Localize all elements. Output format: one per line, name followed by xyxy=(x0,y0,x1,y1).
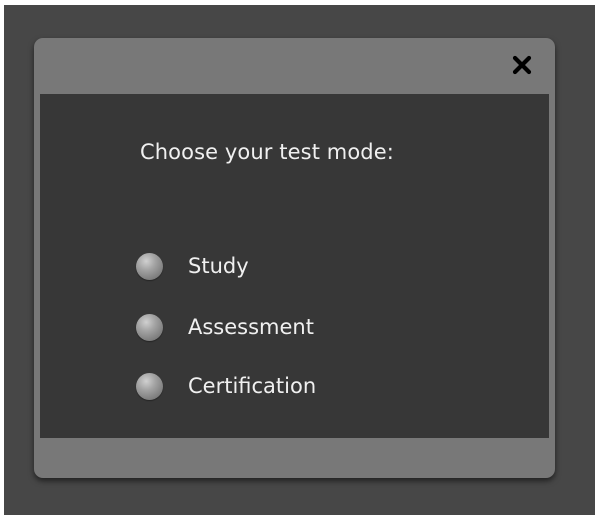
certification-label: Certification xyxy=(188,374,317,398)
study-label: Study xyxy=(188,254,249,278)
dialog-body: Choose your test mode: Study Assessment … xyxy=(40,94,549,438)
assessment-label: Assessment xyxy=(188,315,314,339)
dialog-prompt: Choose your test mode: xyxy=(140,140,394,164)
modal-backdrop: Choose your test mode: Study Assessment … xyxy=(4,5,595,515)
certification-radio[interactable] xyxy=(136,372,163,400)
option-assessment[interactable]: Assessment xyxy=(136,311,314,343)
assessment-radio[interactable] xyxy=(136,313,163,341)
close-button[interactable] xyxy=(510,53,534,77)
option-certification[interactable]: Certification xyxy=(136,370,316,402)
study-radio[interactable] xyxy=(136,252,163,280)
close-icon xyxy=(512,55,532,75)
option-study[interactable]: Study xyxy=(136,250,249,282)
test-mode-dialog: Choose your test mode: Study Assessment … xyxy=(34,38,555,478)
